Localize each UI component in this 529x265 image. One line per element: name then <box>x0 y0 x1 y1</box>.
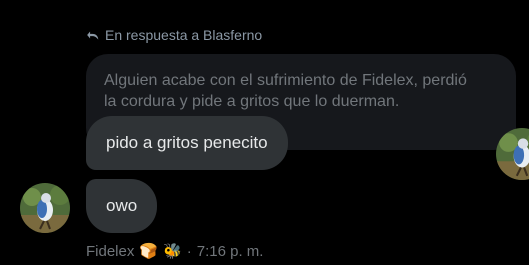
sender-avatar[interactable] <box>20 183 70 233</box>
bread-icon: 🍞 <box>139 242 159 260</box>
reply-context-label: En respuesta a Blasferno <box>105 27 263 43</box>
message-bubble[interactable]: owo <box>86 179 158 233</box>
quoted-message-text: Alguien acabe con el sufrimiento de Fide… <box>104 70 502 112</box>
message-text: owo <box>106 196 138 215</box>
message-meta: Fidelex 🍞 🐝 · 7:16 p. m. <box>86 240 263 262</box>
reply-arrow-icon <box>86 28 100 42</box>
message-bubble[interactable]: pido a gritos penecito <box>86 116 288 170</box>
quoted-line-1: Alguien acabe con el sufrimiento de Fide… <box>104 72 467 89</box>
sender-name[interactable]: Fidelex <box>86 243 134 260</box>
message-text: pido a gritos penecito <box>106 133 268 152</box>
reply-context[interactable]: En respuesta a Blasferno <box>86 26 262 44</box>
timestamp: 7:16 p. m. <box>196 242 264 260</box>
separator: · <box>186 242 192 260</box>
quoted-line-2: la cordura y pide a gritos que lo duerma… <box>104 93 400 110</box>
bee-icon: 🐝 <box>163 242 182 260</box>
